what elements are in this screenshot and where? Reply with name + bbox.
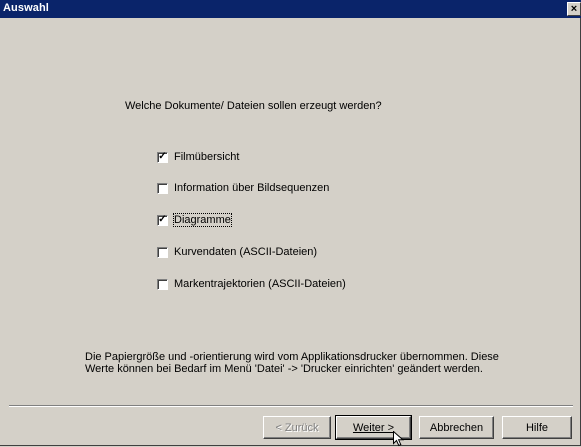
question-label: Welche Dokumente/ Dateien sollen erzeugt… (125, 100, 382, 112)
checkbox[interactable]: ✓ (157, 182, 168, 194)
help-button[interactable]: Hilfe (502, 416, 572, 439)
title-bar[interactable]: Auswahl × (0, 0, 581, 18)
info-line-2: Werte können bei Bedarf im Menü 'Datei' … (85, 363, 483, 375)
option-diagramme[interactable]: ✓ Diagramme (157, 213, 232, 227)
info-text: Die Papiergröße und -orientierung wird v… (85, 351, 535, 375)
checkbox[interactable]: ✓ (157, 151, 168, 163)
option-kurvendaten[interactable]: ✓ Kurvendaten (ASCII-Dateien) (157, 245, 317, 259)
cancel-button[interactable]: Abbrechen (419, 416, 494, 439)
mouse-pointer-icon (393, 431, 405, 447)
option-bildsequenzen[interactable]: ✓ Information über Bildsequenzen (157, 181, 329, 195)
option-label: Filmübersicht (174, 151, 240, 163)
checkmark-icon: ✓ (158, 214, 167, 225)
option-label: Markentrajektorien (ASCII-Dateien) (174, 278, 346, 290)
checkmark-icon: ✓ (158, 151, 167, 162)
close-button[interactable]: × (567, 2, 581, 16)
option-label: Information über Bildsequenzen (174, 182, 330, 194)
info-line-1: Die Papiergröße und -orientierung wird v… (85, 351, 499, 363)
option-label: Kurvendaten (ASCII-Dateien) (174, 246, 318, 258)
close-icon: × (570, 2, 578, 15)
option-label: Diagramme (173, 213, 232, 227)
checkbox[interactable]: ✓ (157, 246, 168, 258)
dialog-window: Auswahl × Welche Dokumente/ Dateien soll… (0, 0, 581, 447)
option-filmuebersicht[interactable]: ✓ Filmübersicht (157, 150, 239, 164)
option-markentrajektorien[interactable]: ✓ Markentrajektorien (ASCII-Dateien) (157, 277, 346, 291)
checkbox[interactable]: ✓ (157, 214, 168, 226)
checkbox[interactable]: ✓ (157, 278, 168, 290)
separator (9, 405, 573, 407)
back-button[interactable]: < Zurück (263, 416, 331, 439)
window-title: Auswahl (3, 2, 49, 14)
